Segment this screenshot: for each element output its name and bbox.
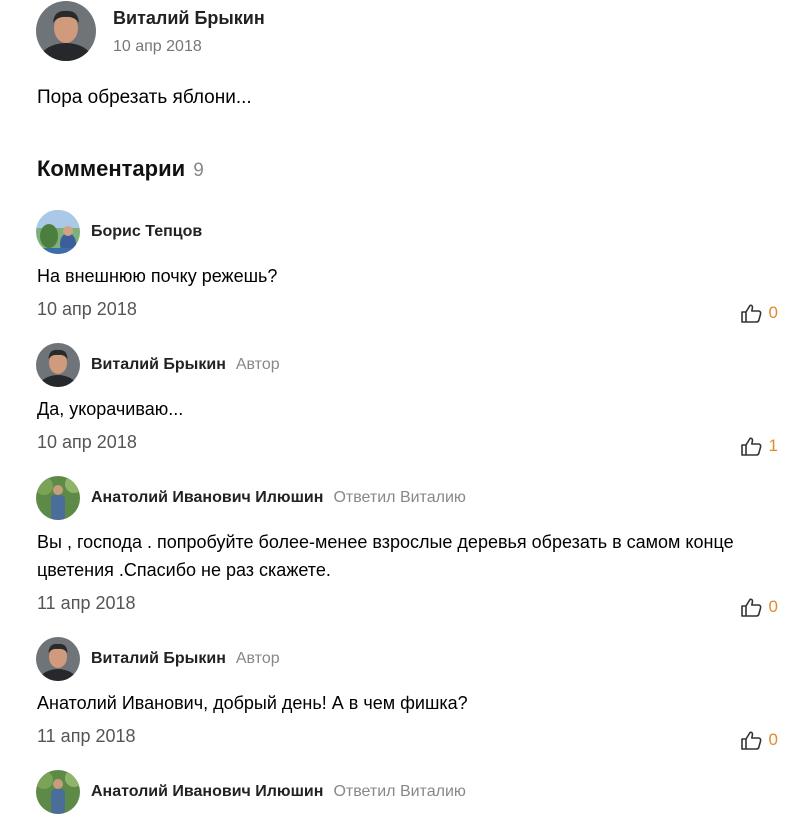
thumbs-up-icon	[740, 304, 762, 323]
like-button[interactable]: 0	[740, 597, 778, 617]
author-badge: Автор	[235, 356, 280, 373]
comment-text: Да, укорачиваю...	[37, 399, 184, 419]
comment-date: 11 апр 2018	[37, 593, 136, 613]
post-header: Виталий Брыкин 10 апр 2018	[36, 0, 265, 62]
post-text: Пора обрезать яблони...	[37, 87, 252, 108]
comment: Виталий Брыкин Автор Анатолий Иванович, …	[36, 637, 782, 753]
reply-to-label[interactable]: Ответил Виталию	[333, 489, 465, 507]
commenter-name[interactable]: Анатолий Иванович Илюшин	[91, 783, 323, 801]
commenter-avatar[interactable]	[36, 476, 80, 520]
like-button[interactable]: 1	[740, 436, 778, 456]
author-avatar[interactable]	[36, 1, 96, 61]
thumbs-up-icon	[740, 437, 762, 456]
thumbs-up-icon	[740, 731, 762, 750]
like-count: 0	[768, 303, 778, 322]
commenter-name[interactable]: Анатолий Иванович Илюшин	[91, 489, 323, 507]
commenter-avatar[interactable]	[36, 770, 80, 814]
comment-date: 10 апр 2018	[37, 432, 137, 452]
like-button[interactable]: 0	[740, 303, 778, 323]
commenter-avatar[interactable]	[36, 637, 80, 681]
comment: Виталий Брыкин Автор Да, укорачиваю... 1…	[36, 343, 782, 459]
like-button[interactable]: 0	[740, 730, 778, 750]
commenter-name[interactable]: Виталий Брыкин	[91, 356, 226, 374]
comments-count: 9	[193, 160, 204, 181]
commenter-avatar[interactable]	[36, 343, 80, 387]
like-count: 1	[768, 436, 778, 455]
comment: Анатолий Иванович Илюшин Ответил Виталию…	[36, 476, 782, 620]
like-count: 0	[768, 597, 778, 616]
post-author-name[interactable]: Виталий Брыкин	[113, 8, 265, 29]
comment: Анатолий Иванович Илюшин Ответил Виталию	[36, 770, 782, 814]
author-badge: Автор	[235, 650, 280, 667]
commenter-avatar[interactable]	[36, 210, 80, 254]
post-date: 10 апр 2018	[113, 38, 202, 55]
comment-date: 10 апр 2018	[37, 299, 137, 319]
comment: Борис Тепцов На внешнюю почку режешь? 10…	[36, 210, 782, 326]
comment-text: На внешнюю почку режешь?	[37, 266, 278, 286]
comments-heading: Комментарии 9	[37, 156, 204, 182]
comment-text: Вы , господа . попробуйте более-менее вз…	[37, 532, 734, 580]
comments-title: Комментарии	[37, 156, 186, 181]
reply-to-label[interactable]: Ответил Виталию	[333, 783, 465, 801]
commenter-name[interactable]: Борис Тепцов	[91, 223, 202, 241]
comment-date: 11 апр 2018	[37, 726, 136, 746]
comment-text: Анатолий Иванович, добрый день! А в чем …	[37, 693, 468, 713]
like-count: 0	[768, 730, 778, 749]
thumbs-up-icon	[740, 598, 762, 617]
commenter-name[interactable]: Виталий Брыкин	[91, 650, 226, 668]
